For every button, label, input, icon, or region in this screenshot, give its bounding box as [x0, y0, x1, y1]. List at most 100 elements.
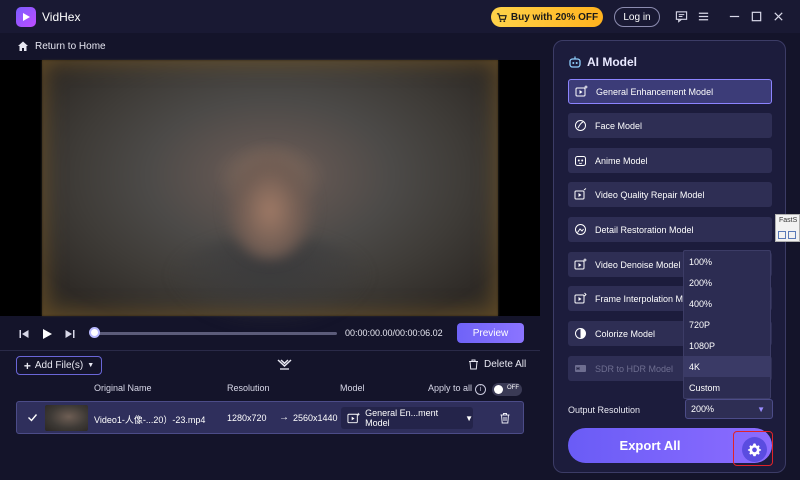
- progress-bar[interactable]: [91, 332, 337, 335]
- cart-icon: [496, 12, 507, 22]
- playback-controls: 00:00:00.00/00:00:06.02 Preview: [0, 318, 540, 348]
- progress-handle[interactable]: [89, 327, 101, 338]
- output-resolution: 2560x1440: [293, 413, 338, 423]
- add-files-label: Add File(s): [34, 360, 84, 371]
- model-label: Face Model: [595, 120, 643, 131]
- robot-icon: [569, 56, 581, 68]
- model-label: Detail Restoration Model: [595, 224, 694, 235]
- model-label: Video Quality Repair Model: [595, 189, 705, 200]
- header-original-name: Original Name: [94, 383, 152, 393]
- model-video-quality-repair[interactable]: Video Quality Repair Model: [568, 182, 772, 207]
- file-toolbar: + Add File(s) ▼ Delete All: [0, 350, 540, 378]
- return-home-link[interactable]: Return to Home: [17, 40, 106, 52]
- file-list-headers: Original Name Resolution Model Apply to …: [0, 380, 540, 398]
- model-label: SDR to HDR Model: [595, 363, 674, 374]
- model-detail-restoration[interactable]: Detail Restoration Model: [568, 217, 772, 242]
- buy-discount-button[interactable]: Buy with 20% OFF: [491, 7, 603, 27]
- resolution-option[interactable]: 4K: [684, 356, 770, 377]
- preview-button[interactable]: Preview: [457, 323, 524, 343]
- app-logo-icon: [16, 7, 36, 27]
- row-model-select[interactable]: General En...ment Model ▼: [341, 407, 473, 429]
- resolution-dropdown: 100% 200% 400% 720P 1080P 4K Custom: [683, 250, 771, 399]
- video-preview: [0, 60, 540, 325]
- header-apply-to-all: Apply to all: [428, 383, 473, 393]
- model-label: Colorize Model: [595, 328, 656, 339]
- detail-restoration-icon: [575, 224, 586, 235]
- arrow-right-icon: →: [279, 412, 289, 423]
- home-icon: [18, 41, 28, 51]
- widget-icon: [778, 231, 786, 239]
- model-label: Video Denoise Model: [595, 259, 681, 270]
- toggle-knob: [494, 385, 503, 394]
- gear-icon: [742, 437, 767, 462]
- resolution-option[interactable]: 200%: [684, 272, 770, 293]
- collapse-chevron-icon[interactable]: [276, 358, 292, 372]
- input-resolution: 1280x720: [227, 413, 267, 423]
- face-icon: [575, 120, 586, 131]
- chevron-down-icon: ▼: [465, 413, 473, 423]
- checkmark-icon[interactable]: [27, 412, 38, 423]
- toggle-state-label: OFF: [507, 385, 519, 391]
- skip-back-icon[interactable]: [17, 327, 31, 341]
- edge-widget-label: FastS: [779, 217, 798, 224]
- resolution-option[interactable]: 400%: [684, 293, 770, 314]
- model-face[interactable]: Face Model: [568, 113, 772, 138]
- menu-icon[interactable]: [696, 9, 710, 23]
- export-settings-button[interactable]: [733, 431, 773, 466]
- header-resolution: Resolution: [227, 383, 270, 393]
- add-files-button[interactable]: + Add File(s) ▼: [16, 356, 102, 375]
- resolution-option[interactable]: 1080P: [684, 335, 770, 356]
- colorize-icon: [575, 328, 586, 339]
- delete-row-icon[interactable]: [499, 412, 511, 424]
- title-bar: VidHex Buy with 20% OFF Log in: [0, 0, 800, 33]
- chevron-down-icon: ▼: [87, 362, 95, 369]
- header-model: Model: [340, 383, 365, 393]
- video-frame-edge: [42, 60, 498, 316]
- plus-icon: +: [23, 358, 31, 373]
- video-thumbnail: [45, 405, 88, 431]
- floating-edge-widget[interactable]: FastS: [775, 214, 800, 242]
- app-name: VidHex: [42, 10, 81, 24]
- output-resolution-select[interactable]: 200% ▼: [685, 399, 773, 419]
- resolution-option[interactable]: 100%: [684, 251, 770, 272]
- buy-label: Buy with 20% OFF: [510, 11, 599, 23]
- resolution-option[interactable]: Custom: [684, 377, 770, 398]
- maximize-icon[interactable]: [749, 9, 763, 23]
- anime-icon: [575, 156, 586, 166]
- play-icon[interactable]: [40, 327, 54, 341]
- frame-interpolation-icon: [574, 292, 587, 304]
- model-icon: [347, 412, 360, 424]
- model-anime[interactable]: Anime Model: [568, 148, 772, 173]
- delete-all-label: Delete All: [484, 359, 527, 370]
- output-resolution-value: 200%: [691, 404, 715, 414]
- time-readout: 00:00:00.00/00:00:06.02: [345, 328, 443, 338]
- resolution-option[interactable]: 720P: [684, 314, 770, 335]
- row-model-label: General En...ment Model: [365, 408, 439, 428]
- return-home-label: Return to Home: [35, 40, 106, 52]
- table-row[interactable]: Video1-人像-...20）-23.mp4 1280x720 → 2560x…: [16, 401, 524, 434]
- export-all-label: Export All: [619, 438, 681, 453]
- hdr-icon: [575, 365, 586, 372]
- model-general-enhancement[interactable]: General Enhancement Model: [568, 79, 772, 104]
- ai-model-title: AI Model: [568, 55, 637, 69]
- skip-forward-icon[interactable]: [63, 327, 77, 341]
- model-label: Frame Interpolation Mo: [595, 293, 689, 304]
- quality-repair-icon: [574, 188, 587, 200]
- file-name: Video1-人像-...20）-23.mp4: [94, 415, 206, 425]
- apply-to-all-toggle[interactable]: OFF: [492, 383, 522, 396]
- denoise-icon: [574, 258, 587, 270]
- general-enhancement-icon: [575, 85, 588, 97]
- login-button[interactable]: Log in: [614, 7, 660, 27]
- model-label: General Enhancement Model: [596, 86, 714, 97]
- output-resolution-label: Output Resolution: [568, 405, 641, 415]
- chevron-down-icon: ▼: [757, 405, 765, 414]
- trash-icon: [469, 359, 478, 370]
- feedback-icon[interactable]: [674, 9, 688, 23]
- delete-all-button[interactable]: Delete All: [468, 359, 526, 370]
- close-icon[interactable]: [771, 9, 785, 23]
- minimize-icon[interactable]: [727, 9, 741, 23]
- model-label: Anime Model: [595, 155, 648, 166]
- ai-model-title-text: AI Model: [587, 55, 637, 69]
- widget-icon: [788, 231, 796, 239]
- info-icon[interactable]: i: [475, 384, 486, 395]
